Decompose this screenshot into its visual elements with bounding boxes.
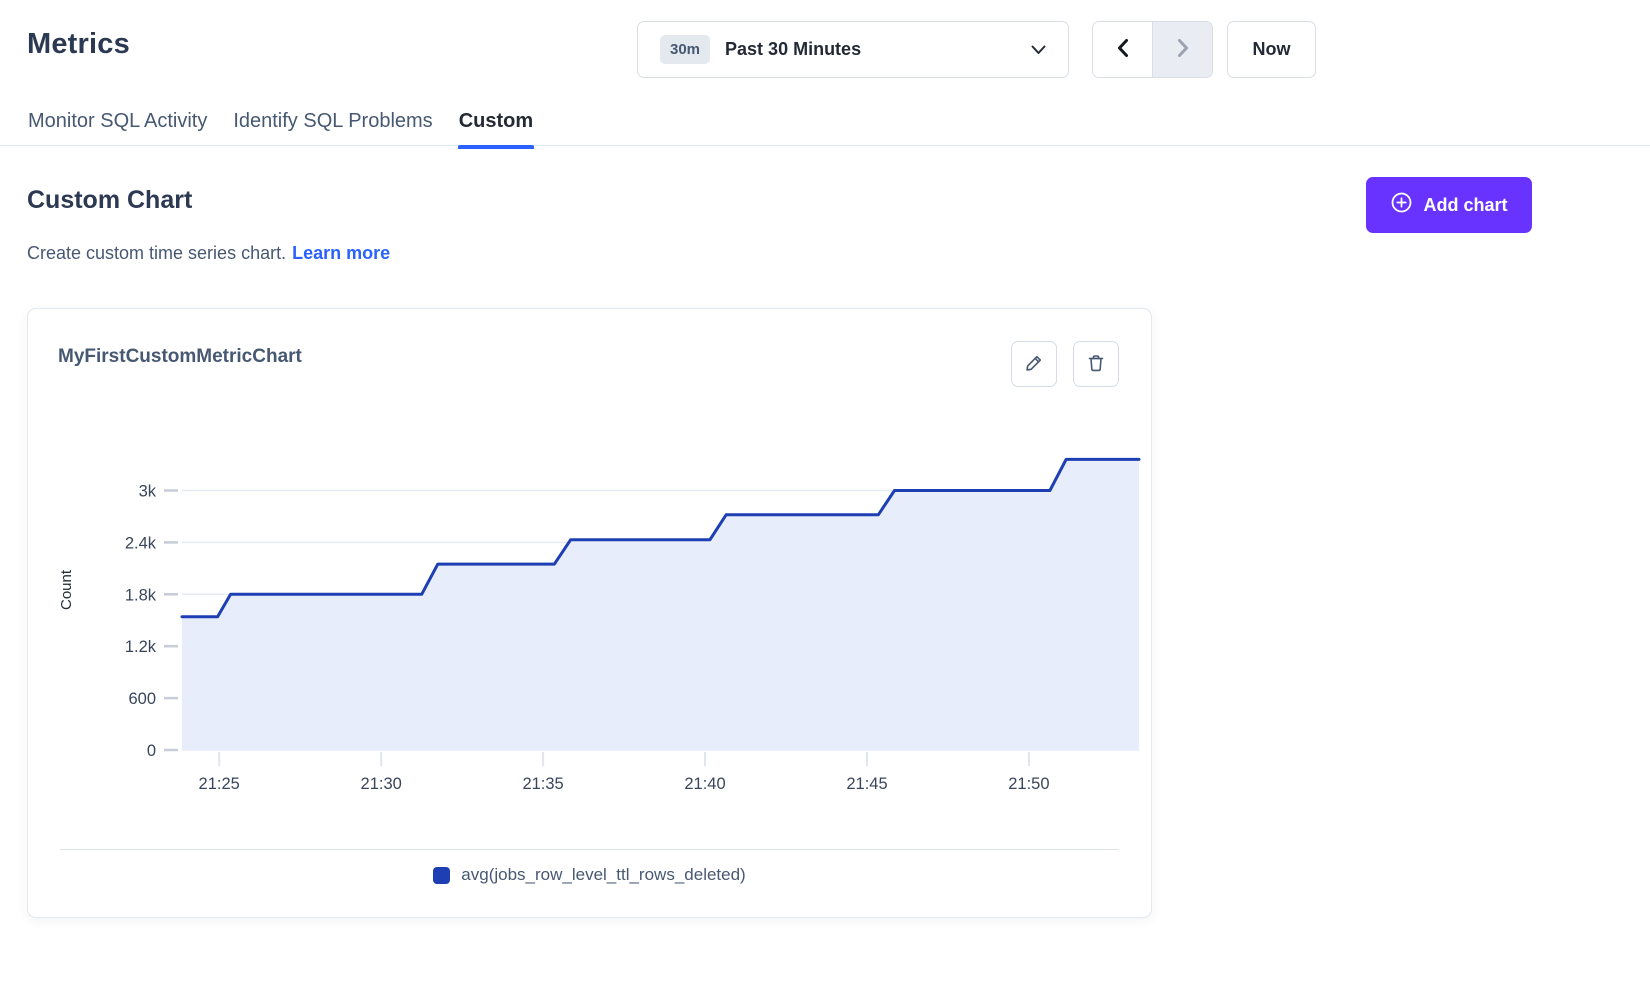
chevron-left-icon [1116, 38, 1130, 61]
chart-legend: avg(jobs_row_level_ttl_rows_deleted) [28, 865, 1151, 885]
section-description-text: Create custom time series chart. [27, 243, 286, 263]
svg-text:21:45: 21:45 [846, 775, 887, 793]
learn-more-link[interactable]: Learn more [292, 243, 390, 263]
svg-text:21:25: 21:25 [199, 775, 240, 793]
tab-monitor-sql-activity[interactable]: Monitor SQL Activity [27, 100, 208, 145]
svg-text:3k: 3k [139, 483, 157, 501]
add-chart-button[interactable]: Add chart [1366, 177, 1532, 233]
card-divider [60, 849, 1119, 850]
svg-text:21:40: 21:40 [684, 775, 725, 793]
time-pager [1092, 21, 1213, 78]
trash-icon [1086, 353, 1106, 376]
legend-swatch [433, 867, 450, 884]
tab-bar: Monitor SQL Activity Identify SQL Proble… [0, 100, 1650, 146]
time-range-label: Past 30 Minutes [725, 39, 861, 60]
svg-text:21:30: 21:30 [361, 775, 402, 793]
page-title: Metrics [27, 28, 130, 61]
legend-label: avg(jobs_row_level_ttl_rows_deleted) [461, 865, 745, 885]
svg-text:21:35: 21:35 [522, 775, 563, 793]
plus-circle-icon [1390, 191, 1413, 219]
section-heading: Custom Chart [27, 186, 192, 215]
edit-chart-button[interactable] [1011, 341, 1057, 387]
svg-text:600: 600 [128, 690, 156, 708]
pencil-icon [1024, 353, 1044, 376]
tab-identify-sql-problems[interactable]: Identify SQL Problems [232, 100, 433, 145]
time-prev-button[interactable] [1093, 22, 1152, 77]
svg-text:21:50: 21:50 [1008, 775, 1049, 793]
tab-custom[interactable]: Custom [458, 100, 534, 145]
svg-text:Count: Count [58, 569, 75, 610]
now-button[interactable]: Now [1227, 21, 1316, 78]
time-range-badge: 30m [660, 35, 710, 64]
time-range-dropdown[interactable]: 30m Past 30 Minutes [637, 21, 1069, 78]
svg-text:1.2k: 1.2k [125, 638, 157, 656]
metrics-page: Metrics 30m Past 30 Minutes Now Monitor … [0, 0, 1650, 982]
svg-text:0: 0 [147, 742, 156, 760]
section-description: Create custom time series chart. Learn mo… [27, 243, 390, 264]
chevron-down-icon [1031, 45, 1046, 55]
svg-text:1.8k: 1.8k [125, 586, 157, 604]
custom-chart-card: MyFirstCustomMetricChart 0 600 1.2k 1.8k 2.4… [27, 308, 1152, 918]
chevron-right-icon [1176, 38, 1190, 61]
chart-title: MyFirstCustomMetricChart [58, 346, 302, 368]
time-next-button[interactable] [1152, 22, 1212, 77]
time-series-chart[interactable]: 0 600 1.2k 1.8k 2.4k 3k 21:25 21:30 21:35 21:40 21… [41, 421, 1151, 806]
svg-text:2.4k: 2.4k [125, 534, 157, 552]
delete-chart-button[interactable] [1073, 341, 1119, 387]
add-chart-label: Add chart [1423, 195, 1507, 216]
